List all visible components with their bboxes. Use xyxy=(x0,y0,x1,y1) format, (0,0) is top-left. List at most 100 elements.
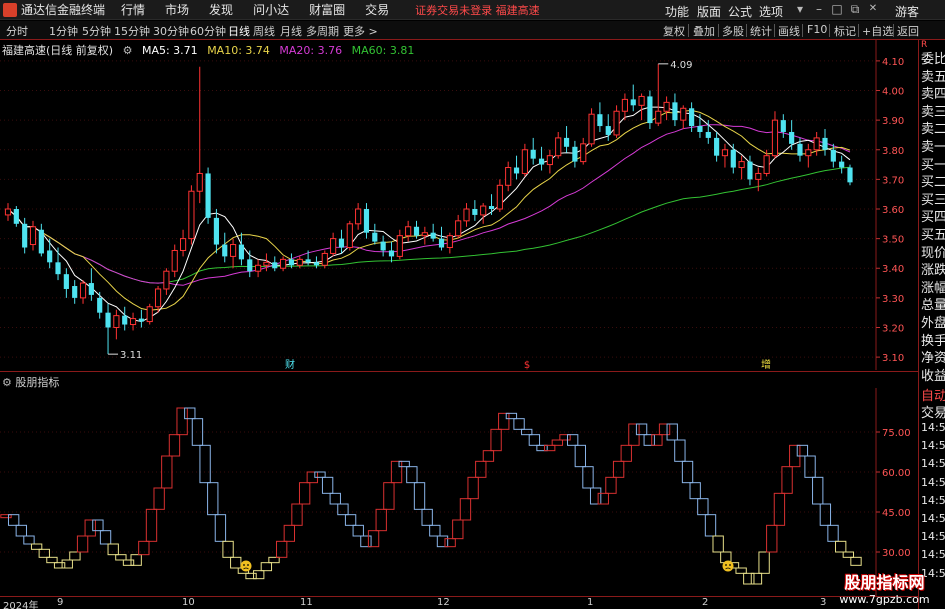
candle-body xyxy=(196,172,203,192)
menu-quotes[interactable]: 行情 xyxy=(121,1,145,18)
quote-label: 买一 xyxy=(921,157,945,173)
quote-label: 卖二 xyxy=(921,122,945,138)
quote-label: 买五 xyxy=(921,228,945,243)
date-label: 9 xyxy=(57,597,64,608)
candle-body xyxy=(663,101,670,112)
indicator-tick-label: 30.00 xyxy=(882,548,911,559)
candle-body xyxy=(154,288,162,308)
menu-trade[interactable]: 交易 xyxy=(365,1,389,18)
tab-intraday[interactable]: 分时 xyxy=(6,23,28,39)
menu-formula[interactable]: 公式 xyxy=(728,3,752,20)
candle xyxy=(179,229,187,257)
multi-stock-button[interactable]: 多股 xyxy=(722,23,744,39)
quote-label: 卖五 xyxy=(921,69,945,85)
candle-body xyxy=(122,315,128,325)
candle-body xyxy=(472,209,478,215)
indicator-box xyxy=(84,519,96,537)
tab-30min[interactable]: 30分钟 xyxy=(153,23,189,39)
candle xyxy=(129,312,137,331)
tab-multi-period[interactable]: 多周期 xyxy=(306,23,339,39)
back-button[interactable]: 返回 xyxy=(897,23,919,39)
menu-function[interactable]: 功能 xyxy=(665,3,689,20)
trade-label[interactable]: 交易 xyxy=(921,402,945,421)
candle-body xyxy=(205,173,211,218)
face-eye xyxy=(243,564,245,566)
candle xyxy=(355,203,362,230)
tick-time: 14:56 xyxy=(921,493,945,507)
indicator-box xyxy=(268,556,280,564)
indicator-box xyxy=(582,466,594,489)
mark-button[interactable]: 标记 xyxy=(834,23,856,39)
indicator-box xyxy=(176,407,188,436)
f10-button[interactable]: F10 xyxy=(807,23,827,36)
candle-body xyxy=(263,261,270,266)
indicator-chart[interactable]: 75.00 60.00 45.00 30.00 xyxy=(0,388,918,596)
menu-ask[interactable]: 问小达 xyxy=(253,1,289,18)
maximize-icon[interactable]: □ xyxy=(830,2,844,16)
candle-body xyxy=(38,229,44,254)
candle-body xyxy=(830,149,836,162)
tab-daily[interactable]: 日线 xyxy=(228,23,250,39)
draw-button[interactable]: 画线 xyxy=(778,23,800,39)
indicator-box xyxy=(329,492,341,505)
candle-body xyxy=(763,155,770,174)
candle-body xyxy=(97,297,103,313)
dropdown-icon[interactable]: ▾ xyxy=(793,2,807,16)
indicator-tick-label: 45.00 xyxy=(882,508,911,519)
candlestick-chart[interactable]: 4.10 4.00 3.90 3.80 3.70 3.60 3.50 3.40 3.30 3.20… xyxy=(0,40,918,370)
candle-body xyxy=(213,217,220,245)
tab-monthly[interactable]: 月线 xyxy=(280,23,302,39)
candle-body xyxy=(138,318,144,322)
date-label: 12 xyxy=(437,597,450,608)
candle xyxy=(47,238,53,269)
face-circle xyxy=(722,560,734,572)
add-favorite-button[interactable]: +自选 xyxy=(862,23,893,39)
tab-more[interactable]: 更多 > xyxy=(343,23,378,39)
price-tick-label: 4.00 xyxy=(882,87,904,98)
indicator-box xyxy=(76,535,89,553)
indicator-box xyxy=(53,562,66,569)
menu-wealth[interactable]: 财富圈 xyxy=(309,1,345,18)
candle xyxy=(38,223,44,257)
menu-layout[interactable]: 版面 xyxy=(697,3,721,20)
candle xyxy=(455,214,462,239)
candle xyxy=(146,303,153,325)
tick-time: 14:56 xyxy=(921,512,945,525)
candle xyxy=(822,129,828,156)
minimize-icon[interactable]: – xyxy=(812,2,826,16)
login-notice[interactable]: 证券交易未登录 福建高速 xyxy=(415,2,540,18)
candle xyxy=(163,268,170,295)
indicator-box xyxy=(145,508,158,542)
candle-body xyxy=(771,119,779,157)
candle-body xyxy=(580,143,587,163)
menu-options[interactable]: 选项 xyxy=(759,3,783,20)
indicator-box xyxy=(23,535,35,545)
tab-5min[interactable]: 5分钟 xyxy=(82,23,111,39)
tab-weekly[interactable]: 周线 xyxy=(253,23,275,39)
stats-button[interactable]: 统计 xyxy=(750,23,772,39)
candle xyxy=(697,114,703,138)
menu-market[interactable]: 市场 xyxy=(165,1,189,18)
candle-body xyxy=(255,264,262,272)
date-label: 2 xyxy=(702,597,709,608)
tab-1min[interactable]: 1分钟 xyxy=(49,23,78,39)
quote-label: 外盘 xyxy=(921,316,945,331)
tick-time: 14:56 xyxy=(921,421,945,434)
indicator-box xyxy=(827,524,839,542)
menu-discover[interactable]: 发现 xyxy=(209,1,233,18)
close-icon[interactable]: ✕ xyxy=(866,2,880,16)
guest-label[interactable]: 游客 xyxy=(895,3,919,20)
overlay-button[interactable]: 叠加 xyxy=(693,23,715,39)
candle-body xyxy=(29,226,37,246)
tab-60min[interactable]: 60分钟 xyxy=(190,23,226,39)
indicator-box xyxy=(283,524,296,542)
price-tick-label: 3.50 xyxy=(882,235,904,246)
restore-icon[interactable]: ⧉ xyxy=(848,2,862,16)
candle-body xyxy=(396,235,403,257)
app-logo-icon xyxy=(3,2,17,17)
candle-body xyxy=(88,283,94,295)
candle-body xyxy=(521,149,528,174)
candle xyxy=(663,96,670,121)
tab-15min[interactable]: 15分钟 xyxy=(114,23,150,39)
adjust-button[interactable]: 复权 xyxy=(663,23,685,39)
